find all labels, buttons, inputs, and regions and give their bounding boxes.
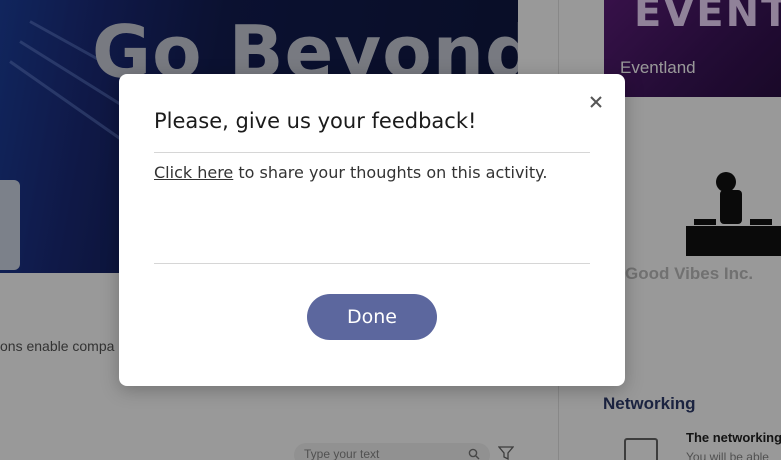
- feedback-dialog: Please, give us your feedback! Click her…: [119, 74, 625, 386]
- dialog-title: Please, give us your feedback!: [154, 109, 477, 133]
- done-button[interactable]: Done: [307, 294, 437, 340]
- dialog-body-text: to share your thoughts on this activity.: [233, 163, 548, 182]
- dialog-body: Click here to share your thoughts on thi…: [154, 163, 547, 182]
- divider: [154, 263, 590, 264]
- close-icon[interactable]: [587, 93, 605, 111]
- divider: [154, 152, 590, 153]
- feedback-link[interactable]: Click here: [154, 163, 233, 182]
